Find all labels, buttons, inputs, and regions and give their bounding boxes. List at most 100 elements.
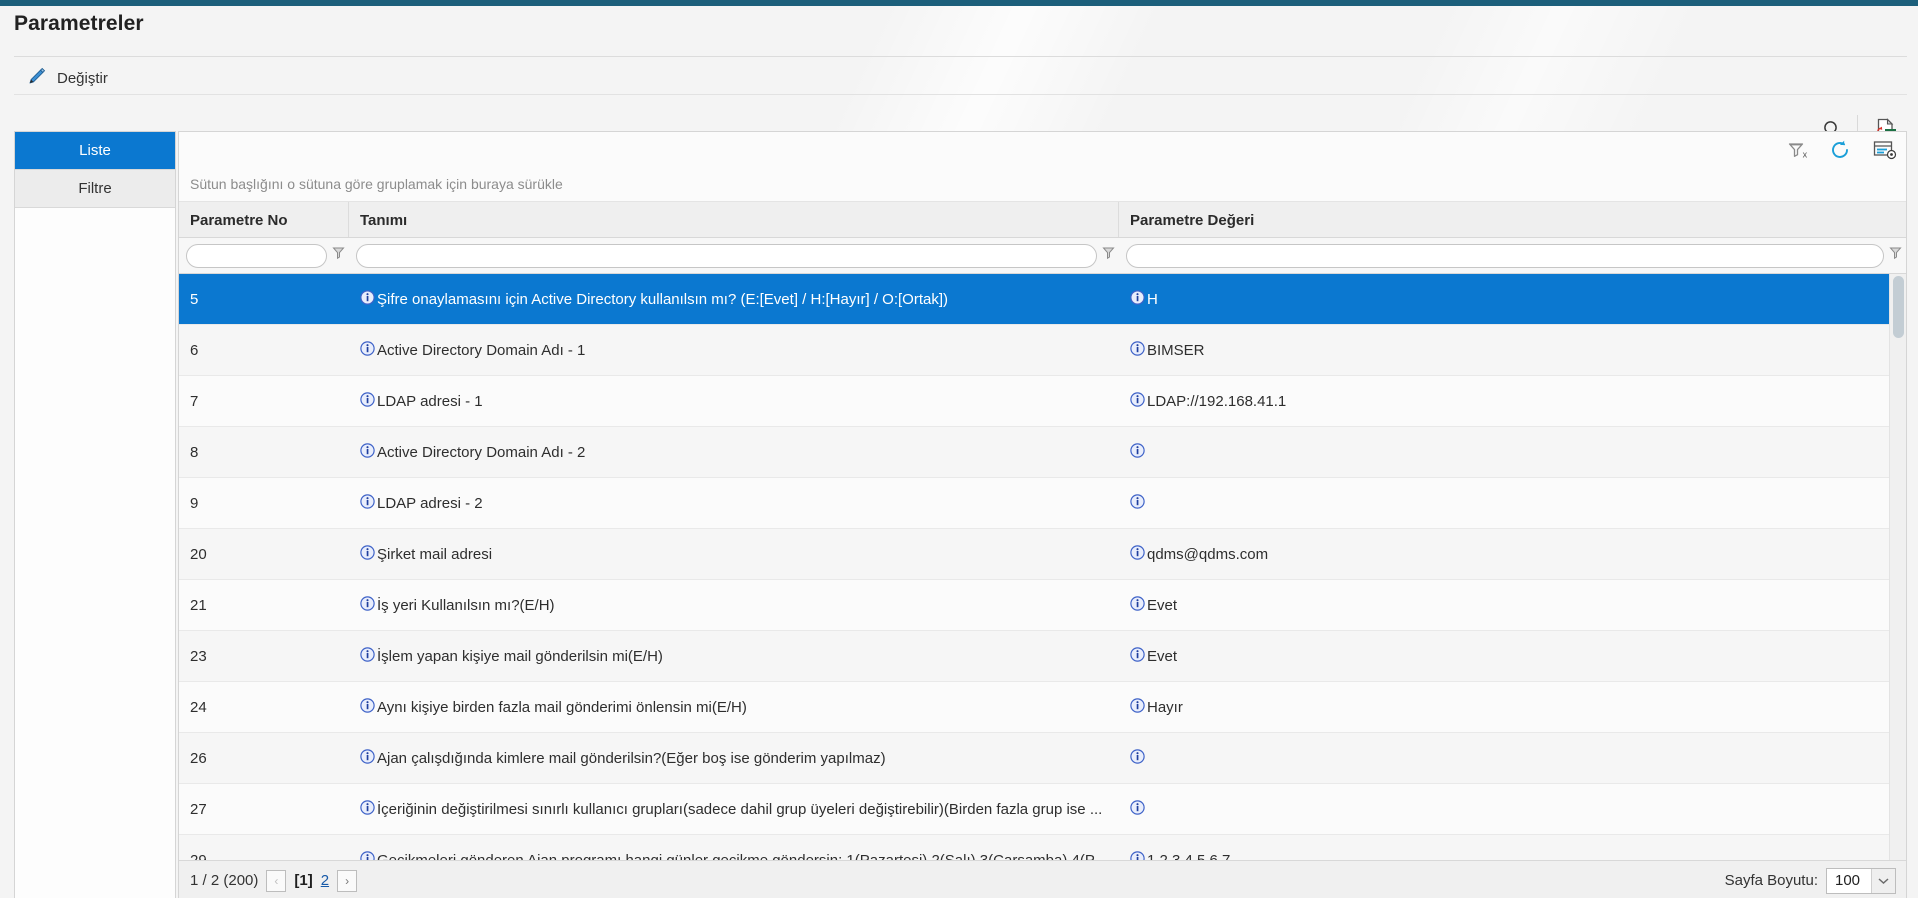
command-toolbar: Değiştir X: [0, 57, 1918, 145]
filter-input-tanimi[interactable]: [356, 243, 1097, 268]
info-icon[interactable]: [1130, 850, 1145, 860]
clear-filter-icon[interactable]: x: [1786, 139, 1808, 161]
info-icon[interactable]: [1130, 697, 1145, 717]
filter-funnel-icon[interactable]: [1102, 246, 1115, 266]
table-row[interactable]: 21 İş yeri Kullanılsın mı?(E/H) Evet: [179, 580, 1906, 631]
pager-summary: 1 / 2 (200): [190, 872, 259, 889]
grid-header-row: Parametre No Tanımı Parametre Değeri: [179, 202, 1906, 238]
table-row[interactable]: 9 LDAP adresi - 2: [179, 478, 1906, 529]
chevron-down-icon[interactable]: [1871, 868, 1895, 893]
table-row[interactable]: 7 LDAP adresi - 1 LDAP://192.168.41.1: [179, 376, 1906, 427]
filter-input-parametre-degeri[interactable]: [1126, 243, 1884, 268]
table-row[interactable]: 23 İşlem yapan kişiye mail gönderilsin mi…: [179, 631, 1906, 682]
edit-button[interactable]: Değiştir: [22, 63, 112, 94]
sidebar-item-liste[interactable]: Liste: [15, 132, 175, 170]
table-row[interactable]: 5 Şifre onaylamasını için Active Director…: [179, 274, 1906, 325]
filter-funnel-icon[interactable]: [1889, 246, 1902, 266]
info-icon[interactable]: [360, 340, 375, 360]
table-row[interactable]: 6 Active Directory Domain Adı - 1 BIMSER: [179, 325, 1906, 376]
grid-vertical-scrollbar[interactable]: [1889, 274, 1906, 860]
refresh-icon[interactable]: [1828, 138, 1852, 162]
info-icon[interactable]: [1130, 493, 1145, 513]
cell-parametre-degeri: [1119, 493, 1906, 513]
info-icon[interactable]: [360, 646, 375, 666]
svg-text:x: x: [1803, 150, 1808, 160]
info-icon[interactable]: [1130, 442, 1145, 462]
info-icon[interactable]: [360, 289, 375, 309]
cell-parametre-no: 21: [190, 596, 207, 614]
table-row[interactable]: 29 Gecikmeleri gönderen Ajan programı han…: [179, 835, 1906, 860]
group-drop-hint[interactable]: Sütun başlığını o sütuna göre gruplamak …: [179, 166, 1906, 202]
table-row[interactable]: 8 Active Directory Domain Adı - 2: [179, 427, 1906, 478]
cell-parametre-no: 8: [190, 443, 199, 461]
cell-parametre-no: 23: [190, 647, 207, 665]
cell-tanimi: Active Directory Domain Adı - 1: [349, 340, 1119, 360]
page-size-label: Sayfa Boyutu:: [1724, 872, 1818, 889]
info-icon[interactable]: [1130, 748, 1145, 768]
cell-parametre-degeri: H: [1119, 289, 1906, 309]
grid-toolbar: x: [1786, 138, 1898, 162]
info-icon[interactable]: [1130, 646, 1145, 666]
cell-parametre-degeri: qdms@qdms.com: [1119, 544, 1906, 564]
info-icon[interactable]: [1130, 340, 1145, 360]
cell-parametre-degeri: LDAP://192.168.41.1: [1119, 391, 1906, 411]
cell-parametre-degeri: Hayır: [1119, 697, 1906, 717]
cell-tanimi: İş yeri Kullanılsın mı?(E/H): [349, 595, 1119, 615]
filter-cell-parametre-no: [179, 238, 349, 273]
cell-parametre-degeri: [1119, 799, 1906, 819]
table-row[interactable]: 20 Şirket mail adresi qdms@qdms.com: [179, 529, 1906, 580]
column-header-tanimi[interactable]: Tanımı: [349, 202, 1119, 237]
cell-parametre-no: 5: [190, 290, 199, 308]
table-row[interactable]: 24 Aynı kişiye birden fazla mail gönderim…: [179, 682, 1906, 733]
cell-tanimi: Ajan çalışdığında kimlere mail gönderils…: [349, 748, 1119, 768]
info-icon[interactable]: [360, 748, 375, 768]
page-title: Parametreler: [14, 12, 144, 35]
cell-tanimi: Active Directory Domain Adı - 2: [349, 442, 1119, 462]
info-icon[interactable]: [360, 697, 375, 717]
info-icon[interactable]: [360, 799, 375, 819]
info-icon[interactable]: [360, 442, 375, 462]
cell-parametre-no: 9: [190, 494, 199, 512]
page-size-select[interactable]: 100: [1826, 867, 1896, 894]
info-icon[interactable]: [360, 850, 375, 860]
info-icon[interactable]: [360, 493, 375, 513]
pencil-icon: [26, 65, 48, 92]
pager-prev-button[interactable]: ‹: [266, 869, 287, 892]
cell-tanimi: Gecikmeleri gönderen Ajan programı hangi…: [349, 850, 1119, 860]
parameters-page: Parametreler Değiştir Liste Filtre x Süt…: [0, 0, 1918, 898]
cell-tanimi: Şifre onaylamasını için Active Directory…: [349, 289, 1119, 309]
info-icon[interactable]: [1130, 595, 1145, 615]
edit-button-label: Değiştir: [57, 70, 108, 87]
cell-parametre-no: 29: [190, 851, 207, 861]
cell-tanimi: İşlem yapan kişiye mail gönderilsin mi(E…: [349, 646, 1119, 666]
info-icon[interactable]: [1130, 799, 1145, 819]
cell-tanimi: LDAP adresi - 1: [349, 391, 1119, 411]
cell-parametre-no: 7: [190, 392, 199, 410]
sidebar-item-label: Filtre: [78, 180, 112, 197]
info-icon[interactable]: [360, 391, 375, 411]
info-icon[interactable]: [360, 544, 375, 564]
sidebar-item-filtre[interactable]: Filtre: [15, 170, 175, 208]
table-row[interactable]: 27 İçeriğinin değiştirilmesi sınırlı kull…: [179, 784, 1906, 835]
filter-funnel-icon[interactable]: [332, 246, 345, 266]
info-icon[interactable]: [1130, 544, 1145, 564]
grid-footer: 1 / 2 (200) ‹ [1] 2 › Sayfa Boyutu: 100: [179, 860, 1906, 898]
column-header-parametre-degeri[interactable]: Parametre Değeri: [1119, 202, 1906, 237]
filter-input-parametre-no[interactable]: [186, 243, 327, 268]
filter-cell-tanimi: [349, 238, 1119, 273]
column-header-parametre-no[interactable]: Parametre No: [179, 202, 349, 237]
column-chooser-icon[interactable]: [1872, 138, 1898, 162]
pager: 1 / 2 (200) ‹ [1] 2 ›: [190, 869, 358, 892]
pager-page-2[interactable]: 2: [321, 872, 329, 889]
table-row[interactable]: 26 Ajan çalışdığında kimlere mail gönderi…: [179, 733, 1906, 784]
cell-parametre-no: 6: [190, 341, 199, 359]
scrollbar-thumb[interactable]: [1893, 276, 1904, 338]
grid-rows: 5 Şifre onaylamasını için Active Director…: [179, 274, 1906, 860]
cell-parametre-degeri: Evet: [1119, 595, 1906, 615]
pager-next-button[interactable]: ›: [337, 869, 358, 892]
info-icon[interactable]: [1130, 289, 1145, 309]
cell-parametre-no: 24: [190, 698, 207, 716]
sidebar-item-label: Liste: [79, 142, 111, 159]
info-icon[interactable]: [360, 595, 375, 615]
info-icon[interactable]: [1130, 391, 1145, 411]
